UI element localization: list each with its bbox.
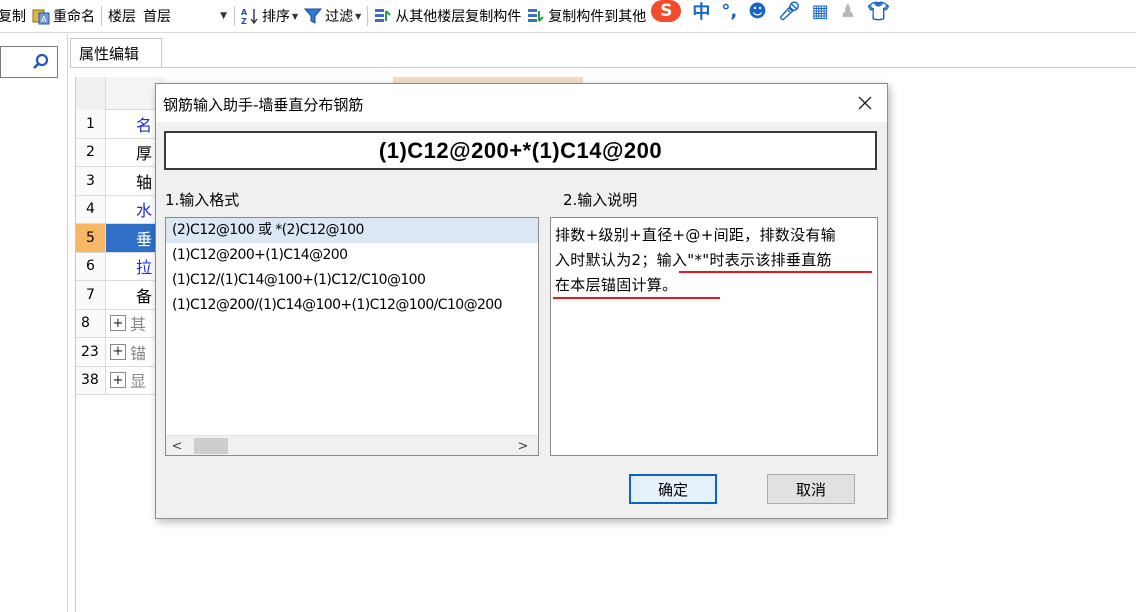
panel-divider[interactable]: [67, 34, 68, 612]
floor-select[interactable]: 首层 ▼: [139, 4, 231, 28]
format-list[interactable]: (2)C12@100 或 *(2)C12@100 (1)C12@200+(1)C…: [165, 217, 539, 456]
copy-from-other-floor-label: 从其他楼层复制构件: [395, 9, 522, 25]
chevron-down-icon: ▼: [292, 11, 299, 21]
row-label: 显: [130, 372, 147, 392]
row-label: 其: [130, 315, 147, 335]
row-number: 2: [76, 138, 106, 166]
toolbar-separator: [367, 6, 369, 26]
ok-button[interactable]: 确定: [629, 474, 717, 504]
emoji-icon[interactable]: ☻: [748, 1, 767, 22]
svg-text:A: A: [41, 15, 47, 24]
expand-icon[interactable]: +: [110, 315, 126, 332]
user-icon[interactable]: ♟: [840, 1, 856, 22]
copy-button[interactable]: 复制: [0, 0, 29, 32]
expand-icon[interactable]: +: [110, 343, 126, 360]
expand-icon[interactable]: +: [110, 372, 126, 389]
sort-button[interactable]: AZ 排序 ▼: [238, 0, 301, 32]
description-line: 在本层锚固计算。: [555, 276, 678, 294]
table-row[interactable]: 2厚: [76, 138, 165, 167]
table-row-group[interactable]: 38 + 显: [76, 366, 165, 395]
description-line: 入时默认为2；输入"*"时表示该排垂直筋: [555, 251, 832, 269]
filter-icon: [304, 7, 323, 25]
format-section-label: 1.输入格式: [165, 191, 240, 209]
punctuation-icon[interactable]: °,: [721, 1, 737, 22]
floor-label: 楼层: [108, 9, 136, 25]
copy-from-floor-icon: [374, 7, 392, 25]
toolbar-separator: [234, 6, 235, 26]
row-number: 4: [76, 195, 106, 223]
svg-text:A: A: [241, 8, 248, 17]
filter-label: 过滤: [325, 9, 354, 25]
shirt-icon[interactable]: 👕︎: [867, 1, 890, 22]
filter-button[interactable]: 过滤 ▼: [301, 0, 364, 32]
copy-to-floor-icon: [527, 7, 545, 25]
grid-header-corner: [76, 77, 106, 110]
row-number: 1: [76, 110, 106, 138]
row-number: 8: [76, 309, 106, 337]
rename-button[interactable]: A 重命名: [29, 0, 98, 32]
row-number: 38: [76, 366, 106, 394]
table-row[interactable]: 4水: [76, 195, 165, 224]
dialog-title: 钢筋输入助手-墙垂直分布钢筋: [163, 96, 364, 114]
scroll-left-icon[interactable]: <: [168, 437, 186, 455]
description-section-label: 2.输入说明: [563, 191, 638, 209]
copy-from-other-floor-button[interactable]: 从其他楼层复制构件: [371, 0, 524, 32]
row-number: 5: [76, 224, 106, 252]
search-input[interactable]: [0, 46, 58, 78]
cancel-button[interactable]: 取消: [767, 474, 855, 504]
svg-text:Z: Z: [241, 17, 247, 25]
rename-label: 重命名: [53, 9, 95, 25]
copy-to-other-floor-label: 复制构件到其他: [548, 9, 647, 25]
description-box: 排数+级别+直径+@+间距，排数没有输 入时默认为2；输入"*"时表示该排垂直筋…: [550, 217, 878, 456]
format-list-item[interactable]: (1)C12/(1)C14@100+(1)C12/C10@100: [166, 268, 538, 293]
close-icon[interactable]: [849, 87, 881, 119]
sort-az-icon: AZ: [241, 7, 259, 26]
toolbar-separator: [101, 6, 102, 26]
row-label: 锚: [130, 343, 147, 363]
table-row[interactable]: 3轴: [76, 167, 165, 196]
rename-icon: A: [32, 7, 50, 25]
horizontal-scrollbar[interactable]: < >: [166, 435, 538, 455]
table-row[interactable]: 6拉: [76, 252, 165, 281]
microphone-icon[interactable]: 🎤︎: [778, 1, 801, 22]
keyboard-icon[interactable]: ▦: [812, 1, 829, 22]
format-list-item[interactable]: (2)C12@100 或 *(2)C12@100: [166, 218, 538, 243]
scrollbar-thumb[interactable]: [194, 438, 228, 454]
copy-to-other-floor-button[interactable]: 复制构件到其他: [524, 0, 649, 32]
ime-toolbar: S 中 °, ☻ 🎤︎ ▦ ♟ 👕︎: [651, 0, 890, 24]
sort-label: 排序: [262, 9, 290, 25]
red-underline-annotation: [553, 297, 720, 299]
scroll-right-icon[interactable]: >: [514, 437, 532, 455]
dialog-title-bar[interactable]: 钢筋输入助手-墙垂直分布钢筋: [156, 84, 887, 122]
table-row-selected[interactable]: 5垂: [76, 224, 165, 253]
table-row[interactable]: 7备: [76, 281, 165, 310]
row-number: 23: [76, 338, 106, 366]
red-underline-annotation: [679, 271, 872, 273]
tab-property-editor[interactable]: 属性编辑: [70, 38, 162, 68]
chevron-down-icon: ▼: [220, 11, 227, 21]
row-number: 7: [76, 281, 106, 309]
formula-input[interactable]: (1)C12@200+*(1)C14@200: [164, 131, 877, 170]
main-toolbar: 复制 A 重命名 楼层 首层 ▼ AZ 排序 ▼ 过滤 ▼ 从其他楼层复制构件: [0, 0, 1136, 33]
ime-chinese-mode[interactable]: 中: [692, 0, 710, 24]
description-line: 排数+级别+直径+@+间距，排数没有输: [555, 226, 836, 244]
search-icon[interactable]: [25, 47, 57, 77]
table-row-group[interactable]: 23 + 锚: [76, 338, 165, 367]
grid-header: [76, 77, 165, 110]
sogou-logo-icon[interactable]: S: [651, 0, 682, 22]
format-list-item[interactable]: (1)C12@200+(1)C14@200: [166, 243, 538, 268]
table-row[interactable]: 1名: [76, 110, 165, 139]
tab-property-editor-label: 属性编辑: [79, 45, 140, 63]
copy-label: 复制: [0, 9, 26, 25]
table-row-group[interactable]: 8 + 其: [76, 309, 165, 338]
row-number: 3: [76, 167, 106, 195]
format-list-item[interactable]: (1)C12@200/(1)C14@100+(1)C12@100/C10@200: [166, 293, 538, 318]
property-grid: 1名 2厚 3轴 4水 5垂 6拉 7备 8 + 其 23 + 锚 38 + 显: [75, 77, 165, 612]
chevron-down-icon: ▼: [355, 11, 362, 21]
floor-select-value: 首层: [143, 9, 171, 25]
row-number: 6: [76, 252, 106, 280]
rebar-input-dialog: 钢筋输入助手-墙垂直分布钢筋 (1)C12@200+*(1)C14@200 1.…: [155, 83, 888, 519]
